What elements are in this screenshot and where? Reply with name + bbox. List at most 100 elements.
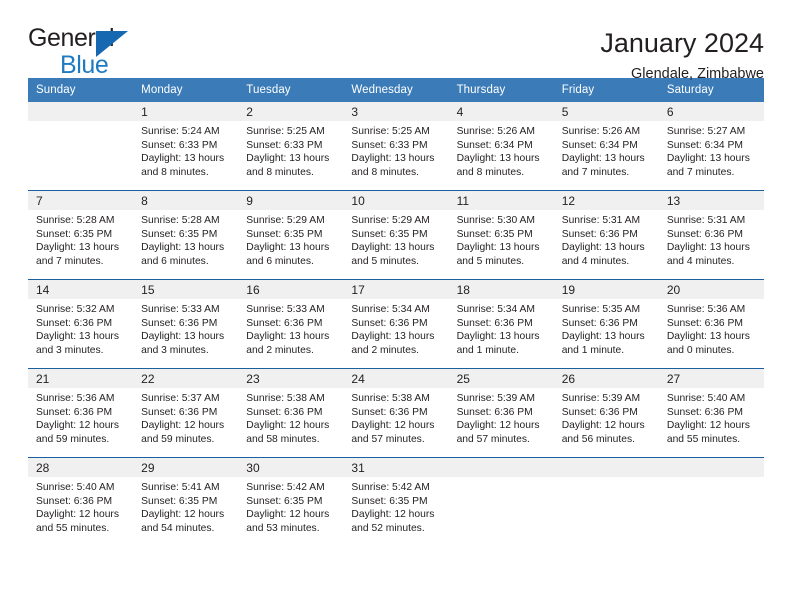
daylight-text: Daylight: 13 hours and 7 minutes. xyxy=(561,153,645,178)
calendar-day-cell[interactable]: 11 Sunrise: 5:30 AM Sunset: 6:35 PM Dayligh… xyxy=(448,190,554,280)
sunrise-text: Sunrise: 5:31 AM xyxy=(561,215,641,226)
calendar-day-cell[interactable]: 29 Sunrise: 5:41 AM Sunset: 6:35 PM Dayligh… xyxy=(133,457,239,546)
sunrise-text: Sunrise: 5:31 AM xyxy=(666,215,746,226)
calendar-day-cell[interactable]: 13 Sunrise: 5:31 AM Sunset: 6:36 PM Dayligh… xyxy=(658,190,764,280)
calendar-day-cell[interactable]: 30 Sunrise: 5:42 AM Sunset: 6:35 PM Dayligh… xyxy=(238,457,344,546)
calendar-day-cell[interactable]: 7 Sunrise: 5:28 AM Sunset: 6:35 PM Daylight… xyxy=(28,190,134,280)
weekday-header-wednesday: Wednesday xyxy=(343,78,449,102)
daylight-text: Daylight: 13 hours and 4 minutes. xyxy=(666,242,750,267)
sunset-text: Sunset: 6:36 PM xyxy=(36,495,113,507)
sunset-text: Sunset: 6:36 PM xyxy=(246,317,323,329)
calendar-day-cell[interactable]: 4 Sunrise: 5:26 AM Sunset: 6:34 PM Daylight… xyxy=(448,102,554,191)
calendar-day-cell[interactable]: 31 Sunrise: 5:42 AM Sunset: 6:35 PM Dayligh… xyxy=(343,457,449,546)
title-block: January 2024 Glendale, Zimbabwe xyxy=(600,26,764,82)
sunrise-text: Sunrise: 5:36 AM xyxy=(36,393,115,404)
sunset-text: Sunset: 6:36 PM xyxy=(141,406,218,418)
calendar-day-cell[interactable]: 28 Sunrise: 5:40 AM Sunset: 6:36 PM Dayligh… xyxy=(28,457,134,546)
calendar-day-cell[interactable]: 17 Sunrise: 5:34 AM Sunset: 6:36 PM Dayligh… xyxy=(343,279,449,369)
sunset-text: Sunset: 6:36 PM xyxy=(141,317,218,329)
calendar-day-cell[interactable]: 21 Sunrise: 5:36 AM Sunset: 6:36 PM Dayligh… xyxy=(28,368,134,458)
calendar-day-cell[interactable]: 18 Sunrise: 5:34 AM Sunset: 6:36 PM Dayligh… xyxy=(448,279,554,369)
daylight-text: Daylight: 13 hours and 8 minutes. xyxy=(246,153,330,178)
daylight-text: Daylight: 12 hours and 56 minutes. xyxy=(561,420,645,445)
day-details xyxy=(28,121,134,190)
day-details: Sunrise: 5:40 AM Sunset: 6:36 PM Daylight:… xyxy=(28,477,134,546)
sunrise-text: Sunrise: 5:39 AM xyxy=(561,393,641,404)
calendar-day-cell[interactable]: 24 Sunrise: 5:38 AM Sunset: 6:36 PM Dayligh… xyxy=(343,368,449,458)
sunset-text: Sunset: 6:36 PM xyxy=(246,406,323,418)
day-number: 11 xyxy=(448,191,554,210)
calendar-day-cell-empty xyxy=(553,457,659,546)
sunset-text: Sunset: 6:36 PM xyxy=(561,228,638,240)
day-number: 2 xyxy=(238,102,344,121)
daylight-text: Daylight: 13 hours and 8 minutes. xyxy=(351,153,435,178)
calendar-day-cell[interactable]: 16 Sunrise: 5:33 AM Sunset: 6:36 PM Dayligh… xyxy=(238,279,344,369)
sunset-text: Sunset: 6:36 PM xyxy=(561,406,638,418)
weekday-header-thursday: Thursday xyxy=(448,78,554,102)
sunrise-text: Sunrise: 5:42 AM xyxy=(351,482,430,493)
calendar-day-cell[interactable]: 3 Sunrise: 5:25 AM Sunset: 6:33 PM Daylight… xyxy=(343,102,449,191)
sunrise-text: Sunrise: 5:33 AM xyxy=(141,304,220,315)
day-details: Sunrise: 5:28 AM Sunset: 6:35 PM Daylight:… xyxy=(28,210,134,279)
generalblue-logo[interactable]: General Blue xyxy=(28,26,148,78)
sunset-text: Sunset: 6:35 PM xyxy=(246,228,323,240)
calendar-day-cell[interactable]: 26 Sunrise: 5:39 AM Sunset: 6:36 PM Dayligh… xyxy=(553,368,659,458)
day-details: Sunrise: 5:31 AM Sunset: 6:36 PM Daylight:… xyxy=(553,210,659,279)
daylight-text: Daylight: 12 hours and 55 minutes. xyxy=(666,420,750,445)
calendar-day-cell[interactable]: 5 Sunrise: 5:26 AM Sunset: 6:34 PM Daylight… xyxy=(553,102,659,191)
calendar-day-cell[interactable]: 25 Sunrise: 5:39 AM Sunset: 6:36 PM Dayligh… xyxy=(448,368,554,458)
daylight-text: Daylight: 13 hours and 1 minute. xyxy=(456,331,540,356)
daylight-text: Daylight: 13 hours and 2 minutes. xyxy=(351,331,435,356)
sunrise-text: Sunrise: 5:34 AM xyxy=(456,304,535,315)
calendar-day-cell[interactable]: 9 Sunrise: 5:29 AM Sunset: 6:35 PM Daylight… xyxy=(238,190,344,280)
day-details: Sunrise: 5:41 AM Sunset: 6:35 PM Daylight:… xyxy=(133,477,239,546)
calendar-day-cell[interactable]: 23 Sunrise: 5:38 AM Sunset: 6:36 PM Dayligh… xyxy=(238,368,344,458)
sunset-text: Sunset: 6:36 PM xyxy=(36,406,113,418)
day-details: Sunrise: 5:30 AM Sunset: 6:35 PM Daylight:… xyxy=(448,210,554,279)
sunset-text: Sunset: 6:35 PM xyxy=(141,495,218,507)
sunset-text: Sunset: 6:33 PM xyxy=(351,139,428,151)
calendar-day-cell[interactable]: 10 Sunrise: 5:29 AM Sunset: 6:35 PM Dayligh… xyxy=(343,190,449,280)
daylight-text: Daylight: 13 hours and 3 minutes. xyxy=(141,331,225,356)
weekday-header-tuesday: Tuesday xyxy=(238,78,344,102)
day-details xyxy=(658,477,764,546)
day-details: Sunrise: 5:26 AM Sunset: 6:34 PM Daylight:… xyxy=(553,121,659,190)
weekday-header-sunday: Sunday xyxy=(28,78,134,102)
day-number xyxy=(28,102,134,121)
day-number: 23 xyxy=(238,369,344,388)
calendar-week-row: 7 Sunrise: 5:28 AM Sunset: 6:35 PM Daylight… xyxy=(28,190,764,280)
calendar-day-cell[interactable]: 15 Sunrise: 5:33 AM Sunset: 6:36 PM Dayligh… xyxy=(133,279,239,369)
calendar-day-cell[interactable]: 8 Sunrise: 5:28 AM Sunset: 6:35 PM Daylight… xyxy=(133,190,239,280)
sunrise-sunset-calendar: Sunday Monday Tuesday Wednesday Thursday… xyxy=(28,78,764,546)
sunset-text: Sunset: 6:36 PM xyxy=(666,228,743,240)
daylight-text: Daylight: 13 hours and 6 minutes. xyxy=(141,242,225,267)
day-number: 7 xyxy=(28,191,134,210)
daylight-text: Daylight: 13 hours and 2 minutes. xyxy=(246,331,330,356)
day-number: 30 xyxy=(238,458,344,477)
sunset-text: Sunset: 6:35 PM xyxy=(36,228,113,240)
day-details: Sunrise: 5:28 AM Sunset: 6:35 PM Daylight:… xyxy=(133,210,239,279)
sunrise-text: Sunrise: 5:39 AM xyxy=(456,393,535,404)
calendar-day-cell[interactable]: 12 Sunrise: 5:31 AM Sunset: 6:36 PM Dayligh… xyxy=(553,190,659,280)
day-number: 20 xyxy=(658,280,764,299)
calendar-day-cell[interactable]: 20 Sunrise: 5:36 AM Sunset: 6:36 PM Dayligh… xyxy=(658,279,764,369)
calendar-day-cell[interactable]: 19 Sunrise: 5:35 AM Sunset: 6:36 PM Dayligh… xyxy=(553,279,659,369)
calendar-day-cell[interactable]: 1 Sunrise: 5:24 AM Sunset: 6:33 PM Daylight… xyxy=(133,102,239,191)
day-number xyxy=(448,458,554,477)
calendar-day-cell[interactable]: 22 Sunrise: 5:37 AM Sunset: 6:36 PM Dayligh… xyxy=(133,368,239,458)
day-number: 12 xyxy=(553,191,659,210)
sunrise-text: Sunrise: 5:26 AM xyxy=(561,126,641,137)
sunrise-text: Sunrise: 5:28 AM xyxy=(36,215,115,226)
day-number: 13 xyxy=(658,191,764,210)
day-details: Sunrise: 5:25 AM Sunset: 6:33 PM Daylight:… xyxy=(238,121,344,190)
sunrise-text: Sunrise: 5:40 AM xyxy=(36,482,115,493)
daylight-text: Daylight: 13 hours and 7 minutes. xyxy=(666,153,750,178)
calendar-day-cell[interactable]: 6 Sunrise: 5:27 AM Sunset: 6:34 PM Daylight… xyxy=(658,102,764,191)
day-details: Sunrise: 5:34 AM Sunset: 6:36 PM Daylight:… xyxy=(448,299,554,368)
calendar-day-cell[interactable]: 27 Sunrise: 5:40 AM Sunset: 6:36 PM Dayligh… xyxy=(658,368,764,458)
calendar-day-cell[interactable]: 14 Sunrise: 5:32 AM Sunset: 6:36 PM Dayligh… xyxy=(28,279,134,369)
day-number: 16 xyxy=(238,280,344,299)
day-details: Sunrise: 5:42 AM Sunset: 6:35 PM Daylight:… xyxy=(343,477,449,546)
sunset-text: Sunset: 6:33 PM xyxy=(141,139,218,151)
calendar-day-cell[interactable]: 2 Sunrise: 5:25 AM Sunset: 6:33 PM Daylight… xyxy=(238,102,344,191)
